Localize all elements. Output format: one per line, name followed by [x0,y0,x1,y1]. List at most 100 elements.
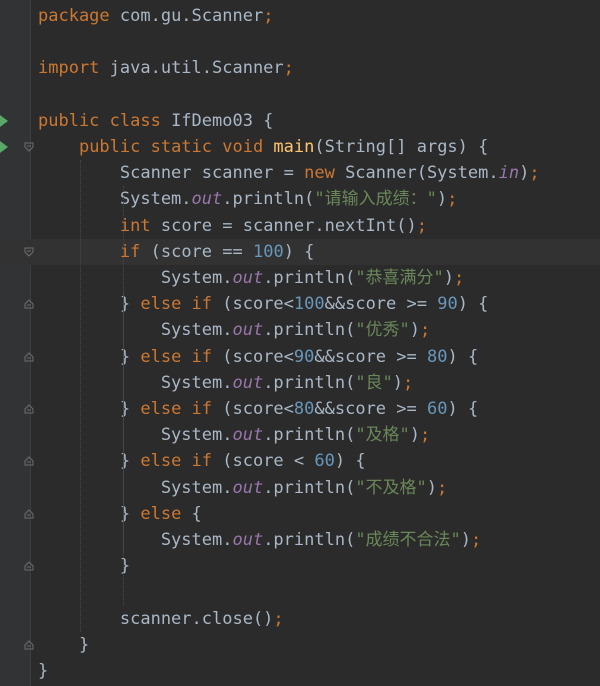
code-line-text: import java.util.Scanner; [38,55,294,81]
code-token: "优秀" [355,320,410,341]
code-line[interactable]: package com.gu.Scanner; [0,3,600,29]
fold-close-icon[interactable] [24,404,34,414]
code-token: 60 [426,399,448,419]
code-token: } [38,451,141,472]
code-line[interactable]: } else if (score<100&&score >= 90) { [0,291,600,317]
code-token: out [232,477,264,498]
code-token: } [38,399,141,419]
code-line-text: } else if (score<90&&score >= 80) { [38,344,478,370]
code-line[interactable]: import java.util.Scanner; [0,55,600,81]
code-token: else [140,503,192,524]
code-token: out [232,268,264,288]
code-line-text: } else { [38,501,202,527]
code-line-text: Scanner scanner = new Scanner(System.in)… [38,160,540,186]
code-token: ; [471,530,482,550]
code-token: &&score >= [324,294,438,315]
code-line[interactable]: } [0,632,600,658]
code-token: System. [38,477,233,498]
code-line[interactable]: System.out.println("及格"); [0,422,600,448]
code-line-text: package com.gu.Scanner; [38,3,273,29]
code-token: ) [460,530,472,550]
fold-open-icon[interactable] [24,142,34,152]
code-line[interactable]: } [0,553,600,579]
code-line[interactable] [0,579,600,605]
code-token: } [38,294,141,315]
fold-close-icon[interactable] [24,456,34,466]
code-token: ) [392,372,404,393]
code-line[interactable]: scanner.close(); [0,606,600,632]
code-token: ; [437,477,448,498]
code-token: if [119,241,151,262]
code-token: (score< [222,294,294,315]
code-token: &&score >= [314,346,427,367]
run-gutter-icon[interactable] [0,114,8,127]
code-line[interactable]: System.out.println("恭喜满分"); [0,265,600,291]
code-line[interactable]: } else if (score<80&&score >= 60) { [0,396,600,422]
code-token: package [38,6,120,26]
code-token: out [191,189,223,210]
code-editor[interactable]: package com.gu.Scanner; import java.util.… [0,0,600,686]
code-line[interactable]: System.out.println("良"); [0,370,600,396]
code-line-text: System.out.println("优秀"); [38,317,430,343]
code-token: 90 [437,294,458,315]
code-line-text: } [38,632,89,658]
code-token: "恭喜满分" [355,268,444,288]
code-token: .println( [263,530,356,550]
code-line[interactable]: } [0,658,600,684]
code-token: System. [38,530,233,550]
code-token: public static void [78,137,274,157]
code-token: main [273,137,315,157]
code-line[interactable]: System.out.println("请输入成绩："); [0,186,600,212]
fold-close-icon[interactable] [24,640,34,650]
code-token: ; [420,320,431,341]
code-token: System. [38,425,233,446]
code-token: (score == [150,241,253,262]
code-token: (score < [222,451,315,472]
code-token: ) [409,320,421,341]
code-line[interactable]: public class IfDemo03 { [0,108,600,134]
code-token: else if [140,399,223,419]
fold-close-icon[interactable] [24,299,34,309]
code-line[interactable]: } else if (score<90&&score >= 80) { [0,344,600,370]
code-line[interactable]: int score = scanner.nextInt(); [0,213,600,239]
code-token: else if [140,451,223,472]
code-token: Scanner(System. [345,163,499,184]
code-line[interactable]: System.out.println("成绩不合法"); [0,527,600,553]
code-line-text: public class IfDemo03 { [38,108,273,134]
code-line[interactable]: } else if (score < 60) { [0,448,600,474]
code-token: .println( [263,268,356,288]
code-line[interactable]: System.out.println("优秀"); [0,317,600,343]
code-line-text: System.out.println("成绩不合法"); [38,527,481,553]
code-line[interactable]: System.out.println("不及格"); [0,475,600,501]
code-token: ; [454,268,465,288]
code-token: ; [273,608,284,629]
code-token: { [191,503,202,524]
code-token: out [232,530,264,550]
code-token: ) { [447,399,479,419]
code-token: } [38,556,131,577]
code-token: System. [38,268,233,288]
code-token: IfDemo03 { [171,110,274,131]
code-token: ; [529,163,540,184]
fold-open-icon[interactable] [24,247,34,257]
code-line[interactable]: public static void main(String[] args) { [0,134,600,160]
code-line[interactable] [0,29,600,55]
code-line[interactable]: if (score == 100) { [0,238,600,265]
code-line[interactable]: } else { [0,501,600,527]
code-token: } [38,503,141,524]
code-line-text: } else if (score < 60) { [38,448,366,474]
code-token: ) { [457,294,489,315]
code-token: System. [38,320,233,341]
fold-close-icon[interactable] [24,561,34,571]
code-token: ; [263,6,274,26]
code-token: score = scanner.nextInt() [160,215,417,236]
fold-close-icon[interactable] [24,509,34,519]
code-line-text: System.out.println("不及格"); [38,475,447,501]
code-line[interactable] [0,82,600,108]
run-gutter-icon[interactable] [0,141,8,153]
code-token: out [232,320,264,341]
code-token: .println( [263,320,356,341]
code-line[interactable]: Scanner scanner = new Scanner(System.in)… [0,160,600,186]
fold-close-icon[interactable] [24,351,34,362]
code-token: ) [443,268,455,288]
